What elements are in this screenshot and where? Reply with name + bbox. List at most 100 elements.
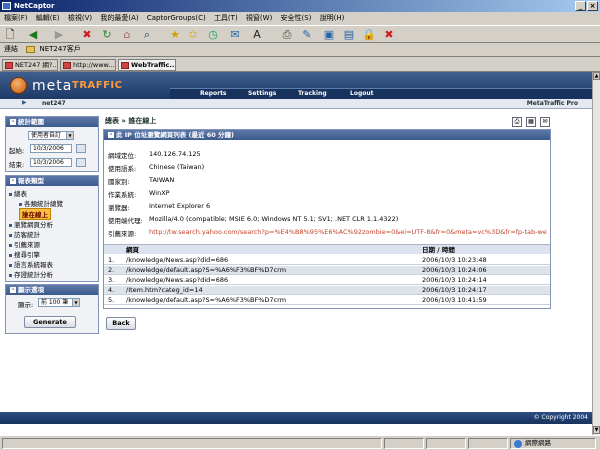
- end-date-value: 10/3/2006: [33, 159, 64, 166]
- menu-favorites[interactable]: 我的最愛(A): [100, 14, 138, 22]
- toolbar: 🗋 ◀ ▶ ✖ ↻ ⌂ ⌕ ★ ✩ ◷ ✉ A ⎙ ✎ ▣ ▤ 🔒 ✖: [0, 25, 600, 43]
- edit-icon[interactable]: ✎: [300, 28, 314, 42]
- stop-icon[interactable]: ✖: [80, 28, 94, 42]
- menu-view[interactable]: 檢視(V): [68, 14, 92, 22]
- app-icon: [2, 2, 11, 10]
- folder-icon: [26, 45, 36, 53]
- generate-button[interactable]: Generate: [24, 316, 76, 328]
- referrer-link[interactable]: http://tw.search.yahoo.com/search?p=%E4%…: [149, 228, 547, 236]
- nav-overview[interactable]: 各類統計總覽: [19, 198, 63, 208]
- show-label: 顯示:: [18, 301, 34, 309]
- forward-icon[interactable]: ▶: [52, 28, 66, 42]
- refresh-icon[interactable]: ↻: [100, 28, 114, 42]
- show-count-select[interactable]: 前 100 筆 ▼: [38, 298, 80, 307]
- nav-pageviews[interactable]: 瀏覽網頁分析: [9, 219, 53, 229]
- menu-tools[interactable]: 工具(T): [214, 14, 238, 22]
- row-time: 2006/10/3 10:24:14: [422, 276, 487, 284]
- copyright: © Copyright 2004: [533, 414, 588, 421]
- collapse-icon[interactable]: -: [10, 287, 16, 293]
- calendar-icon[interactable]: [76, 144, 86, 153]
- info-value: WinXP: [149, 189, 170, 197]
- font-size-icon[interactable]: A: [250, 28, 264, 42]
- close-icon[interactable]: ×: [587, 1, 598, 11]
- nav-referrers[interactable]: 引薦來源: [9, 239, 40, 249]
- bullet-icon: [9, 263, 12, 267]
- window-tile-icon[interactable]: ▤: [342, 28, 356, 42]
- panel-title: 統計範圍: [18, 118, 44, 126]
- nav-label: 引薦來源: [14, 241, 40, 249]
- scroll-down-icon[interactable]: ▼: [593, 426, 600, 434]
- info-key: 網域定位:: [108, 152, 137, 160]
- page-icon: [121, 62, 129, 69]
- nav-logout[interactable]: Logout: [350, 89, 374, 99]
- status-pane: [468, 438, 508, 449]
- top-nav: Reports Settings Tracking Logout: [170, 88, 592, 99]
- nav-label: 訪客統計: [14, 231, 40, 239]
- window-icon[interactable]: ▣: [322, 28, 336, 42]
- print-icon[interactable]: ⎙: [280, 28, 294, 42]
- nav-summary[interactable]: 總表: [9, 188, 27, 198]
- collapse-icon[interactable]: -: [10, 178, 16, 184]
- tab-net247[interactable]: NET247 網?...: [2, 59, 58, 71]
- export-icon[interactable]: ▦: [526, 117, 536, 127]
- nav-search-engines[interactable]: 搜尋引擎: [9, 249, 40, 259]
- nav-languages[interactable]: 語言系統報表: [9, 259, 53, 269]
- history-icon[interactable]: ◷: [206, 28, 220, 42]
- favorites-icon[interactable]: ★: [168, 28, 182, 42]
- logo-traffic-text: TRAFFIC: [72, 80, 123, 91]
- collapse-arrow-icon[interactable]: ▶: [22, 99, 27, 106]
- start-date-value: 10/3/2006: [33, 145, 64, 152]
- new-page-icon[interactable]: 🗋: [3, 28, 17, 42]
- nav-audit[interactable]: 存證統計分析: [9, 269, 53, 279]
- nav-settings[interactable]: Settings: [248, 89, 276, 99]
- menu-captorgroups[interactable]: CaptorGroups(C): [147, 14, 206, 22]
- nav-visitors[interactable]: 訪客統計: [9, 229, 40, 239]
- tab-webtraffic[interactable]: WebTraffic...: [118, 59, 176, 71]
- window-title: NetCaptor: [14, 2, 55, 10]
- nav-tracking[interactable]: Tracking: [298, 89, 327, 99]
- info-value: Chinese (Taiwan): [149, 163, 205, 171]
- range-select[interactable]: 使用者自訂 ▼: [28, 131, 74, 140]
- mail-icon[interactable]: ✉: [228, 28, 242, 42]
- menu-edit[interactable]: 編輯(E): [36, 14, 60, 22]
- email-icon[interactable]: ✉: [540, 117, 550, 127]
- nav-label: 搜尋引擎: [14, 251, 40, 259]
- calendar-icon[interactable]: [76, 158, 86, 167]
- end-date-input[interactable]: 10/3/2006: [30, 158, 72, 167]
- menu-security[interactable]: 安全性(S): [281, 14, 312, 22]
- link-net247[interactable]: NET247客戶: [39, 45, 80, 53]
- add-favorite-icon[interactable]: ✩: [186, 28, 200, 42]
- search-icon[interactable]: ⌕: [140, 28, 154, 42]
- collapse-icon[interactable]: -: [10, 119, 16, 125]
- tab-http[interactable]: http://www...: [60, 59, 116, 71]
- start-date-input[interactable]: 10/3/2006: [30, 144, 72, 153]
- back-button[interactable]: Back: [106, 317, 136, 330]
- column-header-page: 網頁: [126, 246, 139, 254]
- scroll-up-icon[interactable]: ▲: [593, 72, 600, 80]
- zone-label: 網際網路: [525, 439, 551, 447]
- page-footer: © Copyright 2004: [0, 412, 592, 424]
- menu-help[interactable]: 說明(H): [320, 14, 345, 22]
- breadcrumb: 總表 » 誰在線上: [105, 117, 157, 125]
- close-tab-icon[interactable]: ✖: [382, 28, 396, 42]
- sub-header: ▶ net247 MetaTraffic Pro: [0, 99, 592, 109]
- back-icon[interactable]: ◀: [26, 28, 40, 42]
- menu-window[interactable]: 視窗(W): [246, 14, 272, 22]
- nav-label: 瀏覽網頁分析: [14, 221, 53, 229]
- row-page: /knowledge/default.asp?S=%A6%F3%BF%D7crm: [126, 296, 287, 304]
- row-number: 5.: [108, 296, 115, 304]
- bullet-icon: [19, 202, 22, 206]
- nav-label: 各類統計總覽: [24, 200, 63, 208]
- minimize-button[interactable]: _: [575, 1, 586, 11]
- info-key: 瀏覽器:: [108, 204, 130, 212]
- menu-file[interactable]: 檔案(F): [4, 14, 28, 22]
- collapse-icon[interactable]: -: [108, 132, 114, 138]
- print-icon[interactable]: ⎙: [512, 117, 522, 127]
- page-icon: [5, 62, 13, 69]
- nav-reports[interactable]: Reports: [200, 89, 227, 99]
- show-count-value: 前 100 筆: [41, 299, 69, 306]
- lock-icon[interactable]: 🔒: [362, 28, 376, 42]
- home-icon[interactable]: ⌂: [120, 28, 134, 42]
- nav-label: 存證統計分析: [14, 271, 53, 279]
- vertical-scrollbar[interactable]: ▲ ▼: [592, 72, 600, 435]
